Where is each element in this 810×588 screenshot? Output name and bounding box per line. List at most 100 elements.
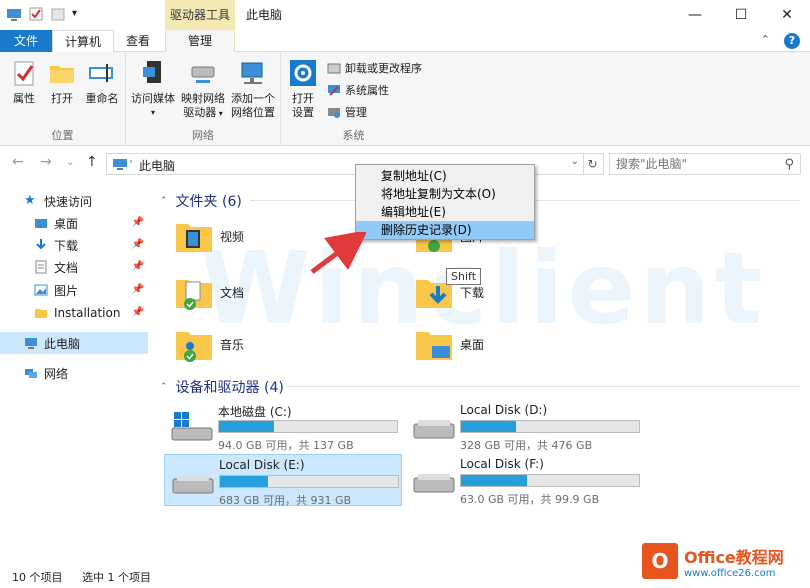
group-label-network: 网络	[192, 129, 214, 142]
hard-drive-icon	[413, 420, 455, 439]
group-network: 访问媒体 ▾ 映射网络 驱动器 ▾ 添加一个 网络位置 网络	[126, 52, 281, 146]
uninstall-program-button[interactable]: 卸载或更改程序	[327, 60, 422, 76]
settings-gear-icon	[290, 60, 316, 86]
search-box[interactable]: ⚲	[609, 153, 801, 175]
refresh-icon: ↻	[587, 157, 598, 171]
folder-item-documents[interactable]: 文档	[174, 272, 244, 312]
sidebar-item-quick-access[interactable]: ★ 快速访问	[0, 190, 148, 212]
breadcrumb-chevron-icon[interactable]: ›	[129, 157, 133, 167]
menu-item-copy-address[interactable]: 复制地址(C)	[356, 167, 534, 185]
star-icon: ★	[24, 193, 36, 208]
menu-item-edit-address[interactable]: 编辑地址(E)	[356, 203, 534, 221]
rename-button[interactable]: 重命名	[82, 58, 122, 106]
drive-item-e[interactable]: Local Disk (E:) 683 GB 可用，共 931 GB	[164, 454, 402, 507]
pin-icon[interactable]: 📌	[132, 284, 144, 295]
menu-item-delete-history[interactable]: 删除历史记录(D)	[356, 221, 534, 239]
hard-drive-icon	[413, 474, 455, 493]
refresh-button[interactable]: ↻	[582, 153, 604, 175]
sidebar-item-pictures[interactable]: 图片 📌	[0, 279, 148, 301]
document-icon	[34, 260, 48, 274]
documents-folder-icon	[174, 272, 214, 312]
ribbon: 属性 打开 重命名 位置 访问媒体 ▾ 映射网络 驱动器 ▾ 添加一个 网络位置…	[0, 52, 810, 146]
sidebar-item-downloads[interactable]: 下载 📌	[0, 234, 148, 256]
system-properties-button[interactable]: 系统属性	[327, 82, 389, 98]
office-logo-icon: O	[642, 543, 678, 579]
drive-item-d[interactable]: Local Disk (D:) 328 GB 可用，共 476 GB	[406, 400, 644, 452]
new-folder-icon[interactable]	[50, 6, 66, 22]
back-arrow-icon[interactable]: ←	[12, 154, 24, 170]
videos-folder-icon	[174, 216, 214, 256]
pc-icon	[113, 159, 127, 170]
pin-icon[interactable]: 📌	[132, 217, 144, 228]
properties-button[interactable]: 属性	[6, 58, 42, 106]
brand-logo: O Office教程网 www.office26.com	[642, 536, 808, 586]
desktop-folder-icon	[34, 216, 48, 230]
picture-icon	[34, 283, 48, 297]
folder-open-icon	[50, 66, 74, 83]
window-title: 此电脑	[246, 8, 283, 22]
pin-icon[interactable]: 📌	[132, 239, 144, 250]
collapse-chevron-icon: ⌃	[160, 382, 168, 392]
qat-dropdown-icon[interactable]: ▾	[72, 6, 88, 22]
add-network-location-button[interactable]: 添加一个 网络位置	[228, 58, 278, 120]
network-icon	[24, 366, 38, 380]
group-label-system: 系统	[342, 129, 365, 142]
address-path: 此电脑	[139, 159, 176, 173]
sidebar-item-documents[interactable]: 文档 📌	[0, 256, 148, 278]
tab-computer[interactable]: 计算机	[52, 30, 114, 53]
sidebar-item-this-pc[interactable]: 此电脑	[0, 332, 148, 354]
title-bar: ▾ 驱动器工具 此电脑 — ☐ ✕	[0, 0, 810, 30]
maximize-button[interactable]: ☐	[718, 0, 764, 30]
folder-icon	[34, 306, 48, 320]
tab-view[interactable]: 查看	[114, 30, 162, 52]
minimize-button[interactable]: —	[672, 0, 718, 30]
recent-locations-chevron-icon[interactable]: ⌄	[66, 157, 74, 168]
pin-icon[interactable]: 📌	[132, 261, 144, 272]
folders-section-header[interactable]: ⌃ 文件夹 (6)	[160, 191, 242, 211]
pc-icon	[6, 6, 22, 22]
music-folder-icon	[174, 324, 214, 364]
ribbon-tabs: 文件 计算机 查看 管理 ⌃ ?	[0, 30, 810, 53]
pc-icon	[24, 336, 38, 350]
download-arrow-icon	[34, 238, 48, 252]
rename-icon	[89, 64, 113, 82]
folder-item-music[interactable]: 音乐	[174, 324, 244, 364]
drives-section-header[interactable]: ⌃ 设备和驱动器 (4)	[160, 377, 284, 397]
drive-item-f[interactable]: Local Disk (F:) 63.0 GB 可用，共 99.9 GB	[406, 454, 644, 506]
search-icon: ⚲	[784, 157, 794, 172]
map-network-drive-button[interactable]: 映射网络 驱动器 ▾	[178, 58, 228, 121]
uninstall-icon	[327, 61, 341, 75]
close-button[interactable]: ✕	[764, 0, 810, 30]
collapse-chevron-icon: ⌃	[160, 196, 168, 206]
drive-item-c[interactable]: 本地磁盘 (C:) 94.0 GB 可用，共 137 GB	[164, 400, 402, 452]
navigation-pane: ★ 快速访问 桌面 📌 下载 📌 文档 📌 图片 📌 Installation …	[0, 186, 150, 561]
desktop-folder-icon	[414, 324, 454, 364]
group-location: 属性 打开 重命名 位置	[0, 52, 126, 146]
tab-file[interactable]: 文件	[0, 30, 52, 52]
address-dropdown-icon[interactable]: ⌄	[571, 156, 579, 167]
properties-check-icon[interactable]	[28, 6, 44, 22]
open-button[interactable]: 打开	[46, 58, 78, 106]
menu-item-copy-address-as-text[interactable]: 将地址复制为文本(O)	[356, 185, 534, 203]
windows-drive-icon	[171, 412, 213, 441]
folder-item-videos[interactable]: 视频	[174, 216, 244, 256]
manage-button[interactable]: 管理	[327, 104, 367, 120]
properties-icon	[14, 61, 34, 86]
item-count: 10 个项目	[12, 571, 63, 584]
annotation-arrow	[310, 232, 366, 274]
folder-item-desktop[interactable]: 桌面	[414, 324, 484, 364]
brand-url: www.office26.com	[684, 567, 776, 579]
forward-arrow-icon[interactable]: →	[40, 154, 52, 170]
address-context-menu: 复制地址(C) 将地址复制为文本(O) 编辑地址(E) 删除历史记录(D)	[355, 164, 535, 240]
tab-manage[interactable]: 管理	[165, 30, 235, 52]
sidebar-item-desktop[interactable]: 桌面 📌	[0, 212, 148, 234]
up-arrow-icon[interactable]: ↑	[86, 154, 98, 170]
sidebar-item-installation[interactable]: Installation 📌	[0, 302, 148, 324]
help-icon[interactable]: ?	[784, 33, 800, 49]
pin-icon[interactable]: 📌	[132, 307, 144, 318]
search-input[interactable]	[610, 154, 770, 174]
access-media-button[interactable]: 访问媒体 ▾	[130, 58, 176, 120]
open-settings-button[interactable]: 打开 设置	[285, 58, 321, 120]
sidebar-item-network[interactable]: 网络	[0, 362, 148, 384]
collapse-ribbon-icon[interactable]: ⌃	[761, 33, 770, 49]
